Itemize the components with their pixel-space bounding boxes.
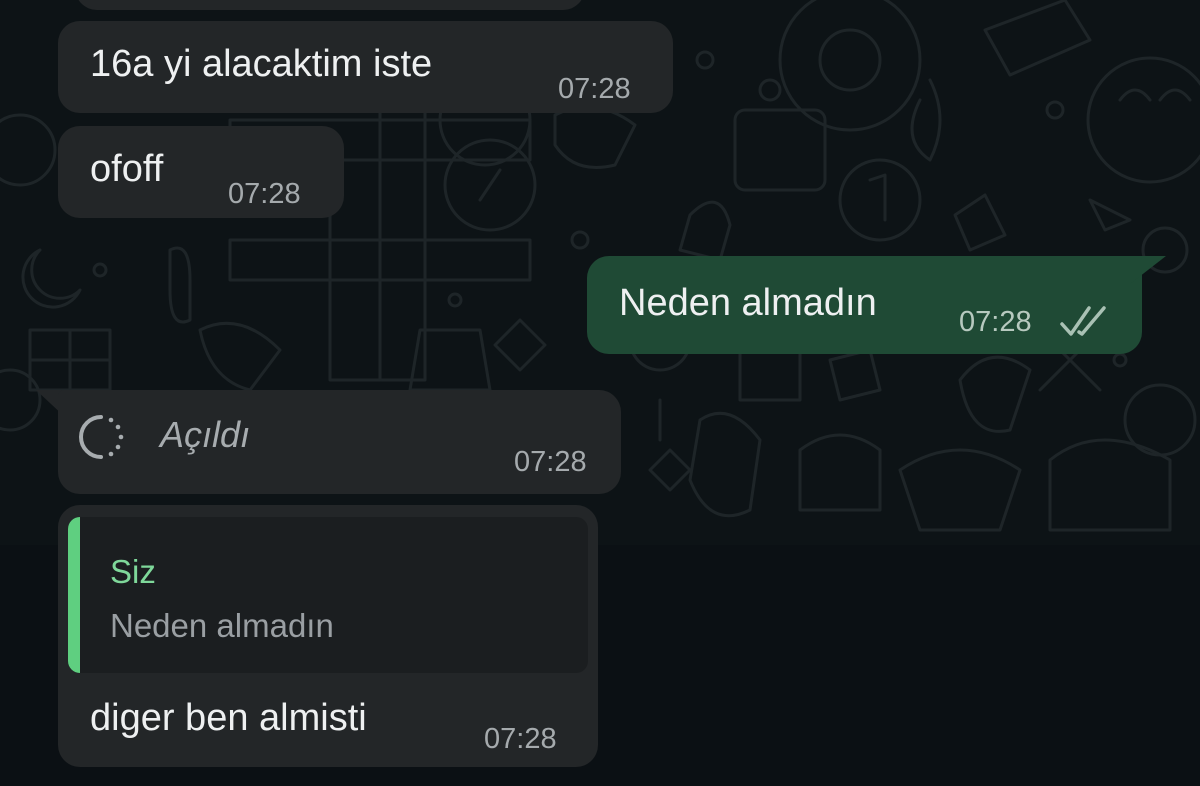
message-text: Neden almadın [619,282,877,324]
chat-view: 16a yi alacaktim iste 07:28 ofoff 07:28 … [0,0,1200,786]
bubble-tail [1130,256,1166,284]
message-time: 07:28 [959,306,1032,338]
message-text: 16a yi alacaktim iste [90,43,433,85]
double-check-icon [1057,302,1117,342]
message-text: diger ben almisti [90,697,367,739]
message-bubble-view-once[interactable]: Açıldı 07:28 [58,390,621,494]
message-bubble-reply[interactable]: Siz Neden almadın diger ben almisti 07:2… [58,505,598,767]
view-once-label: Açıldı [160,414,251,455]
quote-accent-bar [68,517,80,673]
message-time: 07:28 [228,178,301,210]
message-bubble-incoming[interactable]: ofoff 07:28 [58,126,344,218]
message-time: 07:28 [514,446,587,478]
quoted-message[interactable]: Siz Neden almadın [68,517,588,673]
message-time: 07:28 [484,723,557,755]
message-bubble-incoming[interactable]: 16a yi alacaktim iste 07:28 [58,21,673,113]
message-text: ofoff [90,148,164,190]
message-time: 07:28 [558,73,631,105]
quote-author: Siz [110,553,156,590]
view-once-opened-icon [76,412,126,462]
message-bubble-outgoing[interactable]: Neden almadın 07:28 [587,256,1142,354]
quote-text: Neden almadın [110,607,334,644]
message-bubble-partial [75,0,585,10]
